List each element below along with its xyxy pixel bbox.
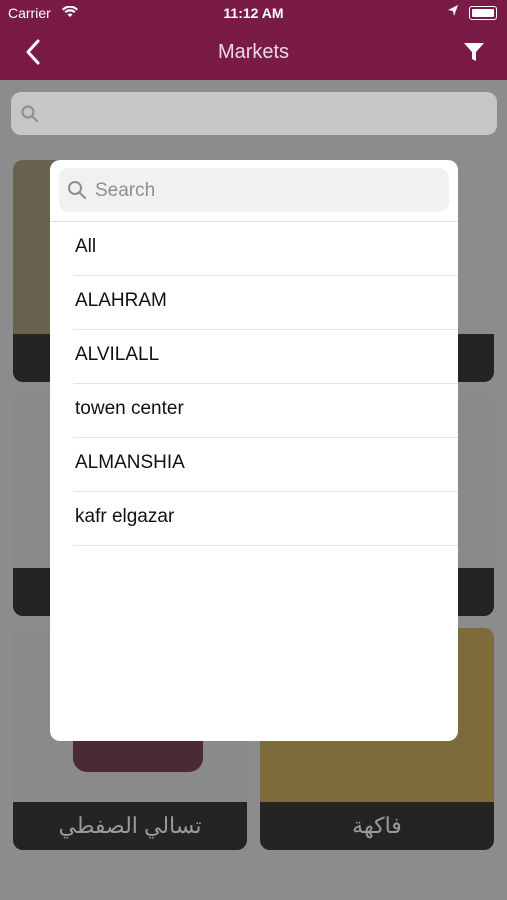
picker-item-towen-center[interactable]: towen center [74, 384, 458, 438]
picker-item-all[interactable]: All [74, 222, 458, 276]
picker-item-alvilall[interactable]: ALVILALL [74, 330, 458, 384]
status-bar: Carrier 11:12 AM [0, 0, 507, 26]
picker-item-label: kafr elgazar [75, 506, 175, 527]
picker-item-label: ALAHRAM [75, 290, 167, 311]
search-icon [21, 105, 38, 122]
market-card-caption: فاكهة [260, 802, 494, 850]
market-search-input[interactable] [11, 92, 497, 135]
nav-bar: Markets [0, 26, 507, 80]
status-time: 11:12 AM [223, 5, 284, 21]
market-picker-popup: Search All ALAHRAM ALVILALL towen center… [50, 160, 458, 741]
picker-item-kafr-elgazar[interactable]: kafr elgazar [74, 492, 458, 546]
picker-list: All ALAHRAM ALVILALL towen center ALMANS… [50, 222, 458, 546]
picker-item-label: ALVILALL [75, 344, 160, 365]
location-icon [448, 5, 458, 16]
search-section [0, 80, 507, 146]
picker-item-label: ALMANSHIA [75, 452, 185, 473]
picker-item-alahram[interactable]: ALAHRAM [74, 276, 458, 330]
market-card-caption: تسالي الصفطي [13, 802, 247, 850]
picker-item-label: towen center [75, 398, 184, 419]
picker-search-placeholder: Search [95, 180, 156, 201]
picker-item-almanshia[interactable]: ALMANSHIA [74, 438, 458, 492]
filter-icon[interactable] [463, 41, 485, 63]
picker-search-input[interactable]: Search [59, 168, 449, 212]
picker-item-label: All [75, 236, 97, 257]
battery-icon [469, 6, 497, 20]
search-icon [68, 181, 86, 199]
page-title: Markets [217, 41, 290, 63]
